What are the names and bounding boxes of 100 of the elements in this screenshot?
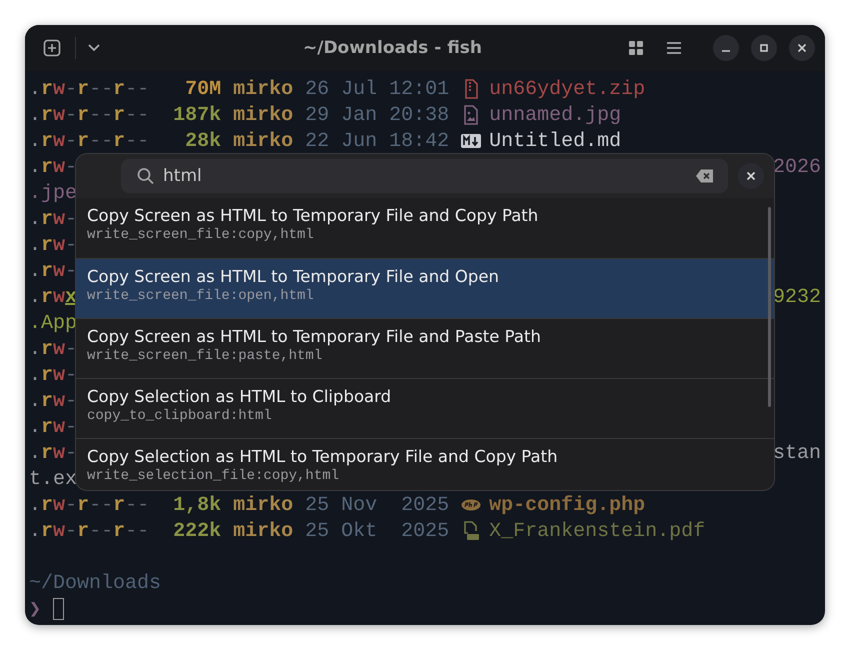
command-item[interactable]: Copy Screen as HTML to Temporary File and Open write_screen_file:open,html [76, 258, 774, 318]
permission-text: - [65, 442, 78, 464]
permission-text: -- [89, 494, 114, 516]
permission-text: w [53, 286, 66, 308]
file-date: 26 Jul 12:01 [305, 78, 450, 100]
permission-text: r [41, 494, 54, 516]
permission-text: r [41, 520, 54, 542]
permission-text: w [53, 520, 66, 542]
permission-text: w [53, 260, 66, 282]
file-date: 22 Jun 18:42 [305, 130, 450, 152]
permission-text: w [53, 104, 66, 126]
command-action: write_selection_file:copy,html [87, 468, 340, 484]
file-date: 25 Okt 2025 [305, 520, 450, 542]
file-name: wp-config.php [489, 494, 646, 516]
command-title: Copy Selection as HTML to Temporary File and Copy Path [87, 447, 559, 466]
permission-text: r [41, 442, 54, 464]
file-size: 1,8k [172, 494, 222, 516]
text-cursor [53, 598, 64, 620]
permission-text: - [65, 78, 78, 100]
permission-text: r [113, 130, 126, 152]
permission-text: . [29, 130, 42, 152]
markdown-icon [461, 134, 482, 148]
permission-text: . [29, 260, 42, 282]
command-item[interactable]: Copy Screen as HTML to Temporary File and Copy Path write_screen_file:copy,html [76, 198, 774, 258]
permission-text: -- [125, 494, 150, 516]
permission-text: r [41, 286, 54, 308]
permission-text: -- [89, 130, 114, 152]
file-name-fragment: 9232 [772, 286, 821, 308]
permission-text: - [65, 364, 78, 386]
permission-text: w [53, 442, 66, 464]
permission-text: r [77, 78, 90, 100]
maximize-icon[interactable] [751, 35, 777, 61]
permission-text: -- [125, 130, 150, 152]
permission-text: w [53, 390, 66, 412]
file-name: un66ydyet.zip [489, 78, 646, 100]
file-owner: mirko [233, 494, 294, 516]
file-name: unnamed.jpg [489, 104, 622, 126]
permission-text: . [29, 494, 42, 516]
permission-text: w [53, 416, 66, 438]
permission-text: - [65, 494, 78, 516]
permission-text: . [29, 364, 42, 386]
permission-text: w [53, 364, 66, 386]
permission-text: r [113, 104, 126, 126]
permission-text: r [41, 416, 54, 438]
command-action: write_screen_file:copy,html [87, 227, 315, 243]
clear-icon[interactable] [696, 170, 714, 182]
permission-text: r [41, 390, 54, 412]
permission-text: - [65, 234, 78, 256]
command-title: Copy Screen as HTML to Temporary File and Open [87, 267, 500, 286]
permission-text: r [41, 130, 54, 152]
file-owner: mirko [233, 520, 294, 542]
permission-text: - [65, 416, 78, 438]
search-field[interactable]: html [121, 159, 728, 193]
permission-text: r [41, 338, 54, 360]
file-owner: mirko [233, 130, 294, 152]
permission-text: - [65, 156, 78, 178]
pdf-file-icon [463, 521, 480, 541]
file-size: 187k [172, 104, 222, 126]
close-icon[interactable] [789, 35, 815, 61]
permission-text: -- [89, 104, 114, 126]
search-icon [137, 168, 154, 184]
window-title: ~/Downloads - fish [302, 38, 484, 58]
command-title: Copy Screen as HTML to Temporary File and Copy Path [87, 206, 540, 225]
command-item[interactable]: Copy Selection as HTML to Temporary File and Copy Path write_selection_file:copy,html [76, 438, 774, 490]
permission-text: r [41, 208, 54, 230]
file-size: 70M [184, 78, 222, 100]
permission-text: w [53, 494, 66, 516]
close-icon[interactable] [738, 163, 764, 189]
file-date: 25 Nov 2025 [305, 494, 450, 516]
php-icon [461, 499, 482, 511]
permission-text: . [29, 520, 42, 542]
scrollbar-thumb[interactable] [768, 207, 771, 407]
command-title: Copy Selection as HTML to Clipboard [87, 387, 392, 406]
file-name: Untitled.md [489, 130, 622, 152]
permission-text: -- [125, 520, 150, 542]
permission-text: w [53, 130, 66, 152]
permission-text: w [53, 234, 66, 256]
file-size: 28k [184, 130, 222, 152]
permission-text: w [53, 208, 66, 230]
permission-text: - [65, 104, 78, 126]
permission-text: r [41, 104, 54, 126]
file-name-fragment: t.ex [29, 468, 78, 490]
minimize-icon[interactable] [713, 35, 739, 61]
permission-text: . [29, 234, 42, 256]
permission-text: . [29, 78, 42, 100]
permission-text: . [29, 208, 42, 230]
command-action: write_screen_file:paste,html [87, 348, 324, 364]
file-name-fragment: 2026 [772, 156, 821, 178]
permission-text: r [77, 104, 90, 126]
file-name-fragment: .jpe [29, 182, 78, 204]
permission-text: . [29, 416, 42, 438]
permission-text: -- [89, 78, 114, 100]
permission-text: - [65, 338, 78, 360]
zipper-file-icon [464, 79, 478, 99]
permission-text: r [113, 78, 126, 100]
permission-text: w [53, 156, 66, 178]
permission-text: - [65, 390, 78, 412]
permission-text: r [41, 78, 54, 100]
permission-text: x [65, 286, 78, 308]
file-owner: mirko [233, 78, 294, 100]
